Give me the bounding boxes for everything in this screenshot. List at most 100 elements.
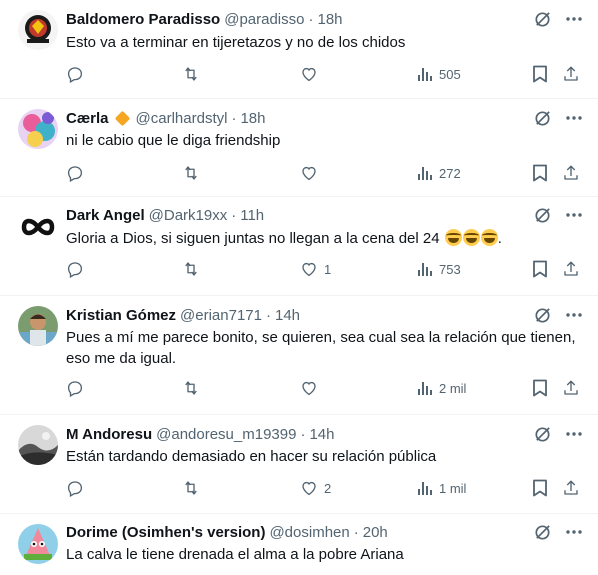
share-icon bbox=[562, 65, 580, 83]
timestamp[interactable]: 14h bbox=[275, 307, 300, 324]
grok-icon[interactable] bbox=[533, 206, 552, 225]
grok-icon[interactable] bbox=[533, 10, 552, 29]
tweet-text: Pues a mí me parece bonito, se quieren, … bbox=[66, 329, 576, 367]
retweet-button[interactable] bbox=[182, 259, 206, 279]
bookmark-icon bbox=[532, 65, 548, 83]
user-handle[interactable]: @Dark19xx bbox=[149, 207, 228, 224]
more-options-icon[interactable] bbox=[566, 530, 582, 534]
tweet-header: M Andoresu @andoresu_m19399 · 14h bbox=[66, 424, 528, 444]
user-handle[interactable]: @erian7171 bbox=[180, 307, 262, 324]
grok-icon[interactable] bbox=[533, 109, 552, 128]
avatar[interactable] bbox=[18, 207, 58, 247]
reply-icon bbox=[66, 260, 84, 278]
reply-button[interactable] bbox=[66, 478, 90, 498]
retweet-icon bbox=[182, 65, 200, 83]
tweet[interactable]: Dorime (Osimhen's version) @dosimhen · 2… bbox=[0, 514, 598, 575]
more-options-icon[interactable] bbox=[566, 313, 582, 317]
display-name[interactable]: Kristian Gómez bbox=[66, 307, 176, 324]
display-name[interactable]: M Andoresu bbox=[66, 426, 152, 443]
user-handle[interactable]: @paradisso bbox=[224, 11, 304, 28]
grok-icon[interactable] bbox=[533, 523, 552, 542]
retweet-button[interactable] bbox=[182, 163, 206, 183]
bookmark-button[interactable] bbox=[532, 478, 548, 498]
like-button[interactable]: 2 bbox=[300, 478, 331, 498]
more-options-icon[interactable] bbox=[566, 213, 582, 217]
timestamp[interactable]: 20h bbox=[363, 524, 388, 541]
reply-feed: Baldomero Paradisso @paradisso · 18h Est… bbox=[0, 0, 598, 575]
reply-button[interactable] bbox=[66, 64, 90, 84]
like-button[interactable] bbox=[300, 378, 324, 398]
views-button[interactable]: 1 mil bbox=[417, 478, 466, 498]
more-options-icon[interactable] bbox=[566, 432, 582, 436]
verified-badge-icon bbox=[114, 110, 130, 126]
views-button[interactable]: 2 mil bbox=[417, 378, 466, 398]
tweet-header: Cærla @carlhardstyl · 18h bbox=[66, 108, 528, 128]
display-name[interactable]: Dark Angel bbox=[66, 207, 145, 224]
retweet-icon bbox=[182, 260, 200, 278]
avatar[interactable] bbox=[18, 306, 58, 346]
share-icon bbox=[562, 164, 580, 182]
share-button[interactable] bbox=[562, 259, 580, 279]
separator: · bbox=[300, 425, 306, 443]
avatar[interactable] bbox=[18, 524, 58, 564]
user-handle[interactable]: @andoresu_m19399 bbox=[156, 426, 296, 443]
views-icon bbox=[417, 66, 433, 82]
action-bar: 272 bbox=[66, 163, 582, 183]
user-handle[interactable]: @carlhardstyl bbox=[136, 110, 228, 127]
like-button[interactable] bbox=[300, 64, 324, 84]
grok-icon[interactable] bbox=[533, 306, 552, 325]
views-button[interactable]: 272 bbox=[417, 163, 461, 183]
tweet-header: Kristian Gómez @erian7171 · 14h bbox=[66, 305, 528, 325]
heart-icon bbox=[300, 479, 318, 497]
views-count: 1 mil bbox=[439, 480, 467, 496]
display-name[interactable]: Baldomero Paradisso bbox=[66, 11, 220, 28]
reply-button[interactable] bbox=[66, 163, 90, 183]
bookmark-button[interactable] bbox=[532, 163, 548, 183]
like-button[interactable]: 1 bbox=[300, 259, 331, 279]
user-handle[interactable]: @dosimhen bbox=[269, 524, 349, 541]
action-bar: 505 bbox=[66, 64, 582, 84]
tweet[interactable]: M Andoresu @andoresu_m19399 · 14h Están … bbox=[0, 415, 598, 514]
tweet[interactable]: Kristian Gómez @erian7171 · 14h Pues a m… bbox=[0, 296, 598, 415]
bookmark-button[interactable] bbox=[532, 64, 548, 84]
share-button[interactable] bbox=[562, 163, 580, 183]
share-button[interactable] bbox=[562, 378, 580, 398]
views-button[interactable]: 505 bbox=[417, 64, 461, 84]
tweet[interactable]: Baldomero Paradisso @paradisso · 18h Est… bbox=[0, 0, 598, 99]
share-button[interactable] bbox=[562, 478, 580, 498]
bookmark-icon bbox=[532, 164, 548, 182]
tweet-text-body: Gloria a Dios, si siguen juntas no llega… bbox=[66, 230, 444, 247]
reply-button[interactable] bbox=[66, 259, 90, 279]
retweet-button[interactable] bbox=[182, 478, 206, 498]
avatar[interactable] bbox=[18, 10, 58, 50]
views-button[interactable]: 753 bbox=[417, 259, 461, 279]
timestamp[interactable]: 11h bbox=[240, 207, 264, 224]
avatar[interactable] bbox=[18, 109, 58, 149]
retweet-button[interactable] bbox=[182, 64, 206, 84]
display-name[interactable]: Cærla bbox=[66, 110, 109, 127]
display-name[interactable]: Dorime (Osimhen's version) bbox=[66, 524, 265, 541]
bookmark-button[interactable] bbox=[532, 259, 548, 279]
like-button[interactable] bbox=[300, 163, 324, 183]
timestamp[interactable]: 18h bbox=[240, 110, 265, 127]
grok-icon[interactable] bbox=[533, 425, 552, 444]
tweet[interactable]: Cærla @carlhardstyl · 18h ni le cabio qu… bbox=[0, 99, 598, 197]
timestamp[interactable]: 18h bbox=[318, 11, 343, 28]
bookmark-button[interactable] bbox=[532, 378, 548, 398]
views-count: 505 bbox=[439, 66, 461, 82]
action-bar: 1 753 bbox=[66, 259, 582, 279]
separator: · bbox=[231, 109, 237, 127]
avatar[interactable] bbox=[18, 425, 58, 465]
share-button[interactable] bbox=[562, 64, 580, 84]
tweet-text: Están tardando demasiado en hacer su rel… bbox=[66, 448, 437, 465]
timestamp[interactable]: 14h bbox=[309, 426, 334, 443]
action-bar: 2 mil bbox=[66, 378, 582, 398]
separator: · bbox=[231, 206, 237, 224]
tweet-header: Dark Angel @Dark19xx · 11h bbox=[66, 205, 528, 225]
reply-button[interactable] bbox=[66, 378, 90, 398]
more-options-icon[interactable] bbox=[566, 17, 582, 21]
retweet-button[interactable] bbox=[182, 378, 206, 398]
rolling-laughing-emoji-icon bbox=[480, 229, 498, 246]
more-options-icon[interactable] bbox=[566, 116, 582, 120]
tweet[interactable]: Dark Angel @Dark19xx · 11h Gloria a Dios… bbox=[0, 197, 598, 296]
